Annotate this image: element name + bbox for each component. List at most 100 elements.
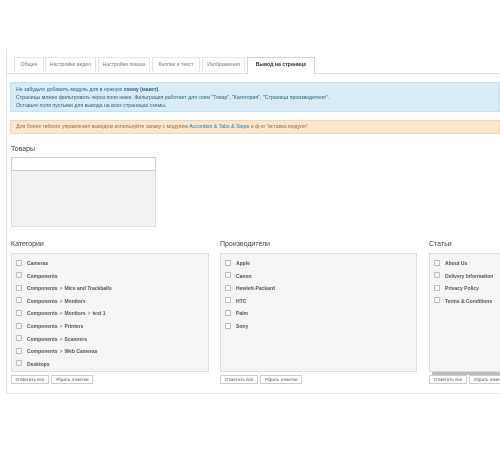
checkbox[interactable] (16, 284, 22, 291)
checkbox[interactable] (225, 259, 231, 266)
path-separator: > (59, 324, 63, 330)
checkbox-item[interactable]: Components > Scanners (16, 335, 87, 345)
articles-unselect-button[interactable]: Убрать отметки (469, 375, 500, 384)
item-label: Monitors (64, 311, 86, 318)
checkbox-item[interactable]: Components > Monitors > test 1 (16, 309, 106, 319)
categories-select-all-button[interactable]: Отметить все (11, 375, 49, 384)
products-dropdown[interactable] (11, 171, 156, 227)
products-input[interactable] (11, 157, 156, 171)
item-label: Mice and Trackballs (64, 286, 112, 293)
item-label: Scanners (64, 336, 87, 343)
item-label: Apple (236, 261, 250, 267)
item-label: test 1 (92, 311, 106, 318)
path-separator: > (59, 311, 63, 318)
checkbox-item[interactable]: About Us (434, 259, 467, 269)
manufacturers-list: Apple Canon Hewlett-Packard HTC Palm Sony (220, 253, 417, 372)
articles-list: About Us Delivery Information Privacy Poli… (429, 253, 500, 372)
checkbox-item[interactable]: Cameras (16, 259, 48, 269)
checkbox-item[interactable]: Desktops (16, 360, 50, 370)
tab-page-output[interactable]: Вывод на странице (247, 57, 315, 74)
checkbox-item[interactable]: Terms & Conditions (434, 297, 492, 307)
warning-text: Для более гибкого управления выводом исп… (16, 124, 190, 130)
articles-title: Статьи (429, 241, 452, 248)
checkbox-item[interactable]: Canon (225, 272, 252, 282)
item-label: Monitors (64, 298, 86, 305)
item-label: Sony (236, 324, 249, 330)
manufacturers-title: Производители (220, 241, 271, 248)
checkbox[interactable] (225, 310, 231, 317)
item-label: Printers (64, 324, 84, 330)
categories-list: Cameras Components Components > Mice and Tra… (11, 253, 209, 372)
warning-text-end: и ф-ю "вставка модуля" (249, 124, 308, 130)
checkbox-item[interactable]: Privacy Policy (434, 284, 479, 294)
tab-bar: Общее Настройки видео Настройки показа К… (6, 57, 500, 74)
item-label: Delivery Information (445, 273, 494, 280)
item-label: Palm (236, 311, 248, 318)
tab-buttons-text[interactable]: Кнопки и текст (152, 57, 200, 72)
tab-images[interactable]: Изображения (202, 57, 245, 72)
checkbox-item[interactable]: Components (16, 272, 58, 282)
checkbox-item[interactable]: Delivery Information (434, 272, 493, 282)
warning-alert: Для более гибкого управления выводом исп… (10, 120, 500, 134)
checkbox[interactable] (16, 360, 22, 367)
checkbox[interactable] (16, 347, 22, 354)
categories-unselect-button[interactable]: Убрать отметки (51, 375, 93, 384)
checkbox-item[interactable]: Sony (225, 322, 248, 332)
accordion-module-link[interactable]: Accordion & Tabs & Steps (189, 124, 249, 130)
item-label: Desktops (27, 361, 50, 368)
manufacturers-select-all-button[interactable]: Отметить все (220, 375, 258, 384)
item-label: Components (27, 324, 58, 330)
layout-emphasis: схему (макет) (123, 87, 159, 93)
item-label: Hewlett-Packard (236, 286, 275, 293)
manufacturers-unselect-button[interactable]: Убрать отметки (260, 375, 302, 384)
item-label: HTC (236, 298, 247, 305)
info-text: Не забудьте добавить модуль для в нужную (16, 87, 124, 93)
item-label: Canon (236, 273, 252, 280)
checkbox[interactable] (16, 322, 22, 329)
path-separator: > (59, 286, 63, 293)
checkbox[interactable] (16, 297, 22, 304)
tab-video-settings[interactable]: Настройки видео (45, 57, 96, 72)
item-label: Cameras (27, 261, 49, 267)
checkbox[interactable] (225, 322, 231, 329)
item-label: Components (27, 298, 58, 305)
path-separator: > (59, 349, 63, 356)
item-label: Components (27, 273, 58, 280)
checkbox-item[interactable]: Components > Printers (16, 322, 83, 332)
path-separator: > (59, 298, 63, 305)
checkbox[interactable] (434, 272, 440, 279)
checkbox[interactable] (16, 335, 22, 342)
categories-title: Категории (11, 241, 44, 248)
checkbox[interactable] (16, 310, 22, 317)
checkbox[interactable] (434, 259, 440, 266)
item-label: Components (27, 336, 58, 343)
checkbox[interactable] (434, 297, 440, 304)
item-label: About Us (445, 261, 468, 267)
info-filter-text: Страницы можно фильтровать через поля ни… (16, 95, 330, 101)
checkbox-item[interactable]: Components > Web Cameras (16, 347, 97, 357)
item-label: Components (27, 311, 58, 318)
articles-select-all-button[interactable]: Отметить все (429, 375, 467, 384)
checkbox[interactable] (16, 272, 22, 279)
item-label: Privacy Policy (445, 286, 479, 293)
checkbox-item[interactable]: Apple (225, 259, 250, 269)
path-separator: > (59, 336, 63, 343)
info-empty-text: Оставьте поля пустыми для вывода на всех… (16, 103, 167, 109)
checkbox-item[interactable]: HTC (225, 297, 246, 307)
item-label: Components (27, 349, 58, 356)
item-label: Terms & Conditions (445, 298, 493, 305)
checkbox[interactable] (225, 272, 231, 279)
checkbox[interactable] (225, 297, 231, 304)
checkbox[interactable] (434, 284, 440, 291)
checkbox-item[interactable]: Hewlett-Packard (225, 284, 275, 294)
checkbox-item[interactable]: Components > Monitors (16, 297, 86, 307)
info-alert: Не забудьте добавить модуль для в нужную… (10, 82, 500, 112)
path-separator: > (87, 311, 91, 318)
tab-general[interactable]: Общее (14, 57, 44, 72)
checkbox[interactable] (225, 284, 231, 291)
item-label: Web Cameras (64, 349, 98, 356)
checkbox[interactable] (16, 259, 22, 266)
checkbox-item[interactable]: Palm (225, 309, 248, 319)
tab-display-settings[interactable]: Настройки показа (98, 57, 150, 72)
checkbox-item[interactable]: Components > Mice and Trackballs (16, 284, 112, 294)
